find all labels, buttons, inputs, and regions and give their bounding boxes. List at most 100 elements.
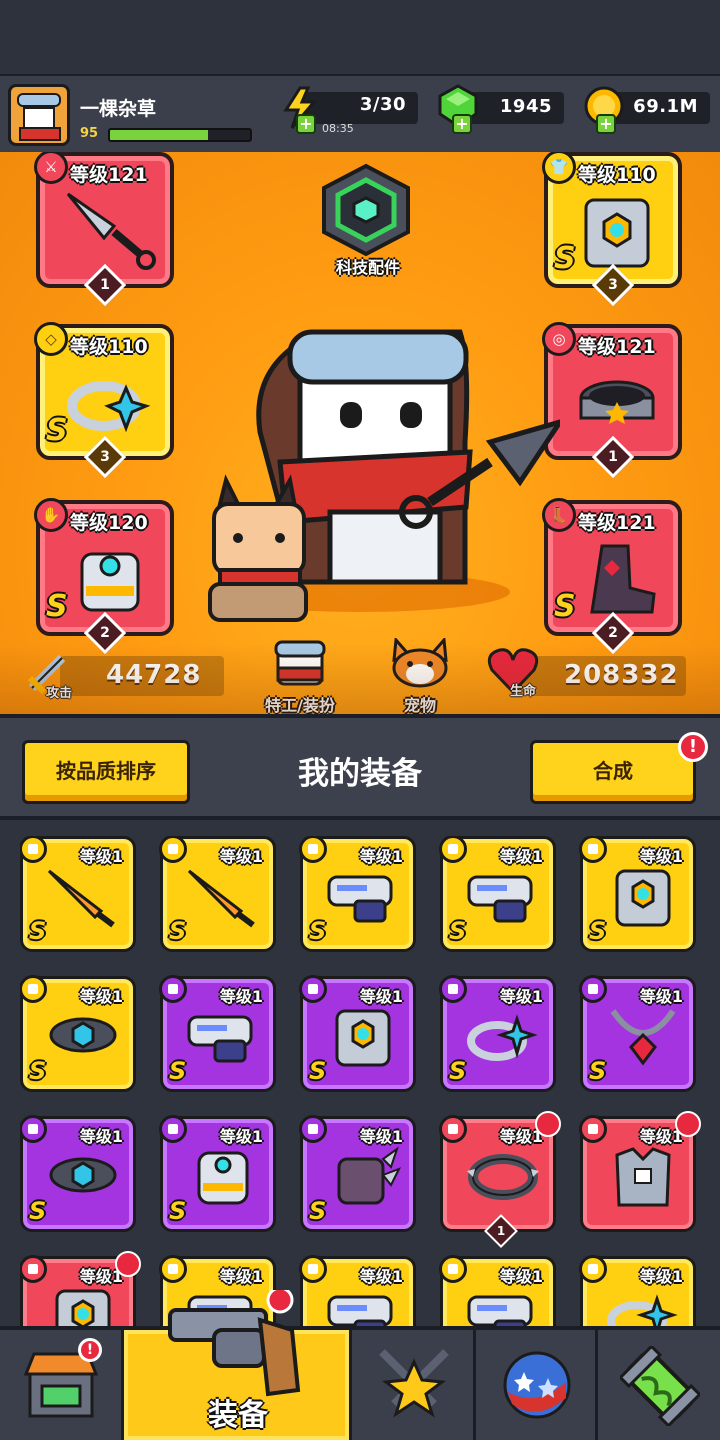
belt-slot[interactable]: ◎ 等级121 1: [542, 322, 682, 479]
nav-equipment-tab[interactable]: 装备: [124, 1290, 352, 1440]
equipment-card[interactable]: 等级1: [579, 1111, 701, 1232]
equipment-card[interactable]: 等级1 S: [579, 975, 696, 1092]
equipment-grid: 等级1 S 等级1 S 等级1 S 等级1 S 等级1 S 等级1 S 等级1 S 等级1 S 等级1 S 等级1 S…: [20, 836, 710, 1326]
item-rank: S: [309, 917, 327, 945]
item-level: 等级1: [499, 987, 543, 1006]
item-level: 等级1: [359, 1127, 403, 1146]
equipment-card[interactable]: 等级1 S: [299, 836, 416, 952]
nav-talent-tab[interactable]: [476, 1330, 598, 1440]
nav-shop-tab[interactable]: !: [0, 1330, 124, 1440]
belt-icon: [49, 1017, 117, 1053]
item-rank: S: [169, 1197, 187, 1225]
player-hud: 一棵杂草 95 3/30 + 08:35 1945 + 69.1M +: [0, 74, 720, 152]
item-type-icon: [439, 1255, 467, 1283]
equipment-card[interactable]: 等级1 S: [159, 1115, 276, 1232]
kunai-icon: [66, 192, 156, 270]
equipment-card[interactable]: 等级1: [299, 1255, 416, 1326]
equipment-card[interactable]: 等级1 S: [20, 836, 136, 952]
player-avatar[interactable]: [8, 84, 70, 146]
equipment-card[interactable]: 等级1 S: [159, 836, 276, 952]
item-level: 等级1: [79, 987, 123, 1006]
new-item-badge: [535, 1111, 561, 1137]
heart-icon: [487, 648, 539, 695]
item-rank: S: [29, 1057, 47, 1085]
item-type-icon: [159, 836, 187, 863]
equipment-card[interactable]: 等级1: [20, 1251, 141, 1326]
item-rank: S: [309, 1197, 327, 1225]
shiba-icon: [392, 636, 448, 688]
equipment-card[interactable]: 等级1: [439, 1255, 556, 1326]
shop-alert-badge: !: [78, 1338, 102, 1362]
add-coins-button[interactable]: +: [596, 114, 616, 134]
item-type-icon: [20, 1255, 47, 1283]
glove-type-icon: ✋: [34, 498, 68, 532]
equipment-card[interactable]: 等级1: [579, 1255, 696, 1326]
item-type-icon: [579, 975, 607, 1003]
equipment-card[interactable]: 等级1 S: [20, 1115, 136, 1232]
equipment-card[interactable]: 等级1 S: [299, 975, 416, 1092]
item-type-icon: [159, 975, 187, 1003]
item-type-icon: [299, 1255, 327, 1283]
ring-icon: [607, 1294, 678, 1326]
glove-slot[interactable]: ✋ 等级120 S 2: [34, 498, 174, 655]
pet-button[interactable]: 宠物: [380, 636, 460, 714]
item-type-icon: [439, 836, 467, 863]
item-type-icon: [579, 1255, 607, 1283]
blaster-icon: [467, 1295, 533, 1326]
item-level: 等级1: [219, 1127, 263, 1146]
item-level: 等级1: [639, 847, 683, 866]
item-level: 等级1: [219, 1267, 263, 1286]
item-type-icon: [579, 1115, 607, 1143]
necklace-icon: [610, 1009, 676, 1066]
item-level: 等级1: [359, 987, 403, 1006]
ring-slot[interactable]: ◇ 等级110 S 3: [34, 322, 174, 479]
item-type-icon: [579, 836, 607, 863]
tech-accessory-button[interactable]: 科技配件: [316, 162, 420, 278]
boots-icon: [590, 544, 656, 614]
panel-title: 我的装备: [298, 756, 422, 792]
merge-button[interactable]: 合成: [530, 740, 696, 804]
new-item-badge: [115, 1251, 141, 1277]
sort-by-quality-button[interactable]: 按品质排序: [22, 740, 190, 804]
boots-slot[interactable]: 👢 等级121 S 2: [542, 498, 682, 655]
armor-icon: [584, 198, 650, 268]
item-level: 等级1: [639, 1267, 683, 1286]
agent-outfit-button[interactable]: 特工/装扮: [250, 638, 350, 714]
sword-icon: [187, 869, 255, 928]
equipment-card[interactable]: 等级1 S: [159, 975, 276, 1092]
nav-gene-tab[interactable]: [598, 1330, 720, 1440]
add-gems-button[interactable]: +: [452, 114, 472, 134]
hp-label: 生命: [510, 684, 537, 699]
item-level: 等级1: [499, 847, 543, 866]
player-level: 95: [80, 126, 99, 141]
nav-battle-tab[interactable]: [352, 1330, 476, 1440]
merge-alert-badge: !: [678, 732, 708, 762]
item-level: 等级1: [499, 1267, 543, 1286]
equipment-card[interactable]: 等级1 S: [439, 975, 556, 1092]
item-type-icon: [439, 1115, 467, 1143]
sword-icon: [47, 869, 115, 928]
item-rank: S: [169, 1057, 187, 1085]
armor-slot[interactable]: 👕 等级110 S 3: [542, 152, 682, 307]
item-type-icon: [299, 975, 327, 1003]
item-type-icon: [20, 975, 47, 1003]
item-rank: S: [169, 917, 187, 945]
energy-timer: 08:35: [322, 122, 354, 135]
equipment-card[interactable]: 等级1 S: [439, 836, 556, 952]
player-name: 一棵杂草: [80, 98, 157, 120]
collar-icon: [579, 380, 655, 424]
xp-bar: [108, 128, 252, 142]
ring-type-icon: ◇: [34, 322, 68, 356]
equipment-card[interactable]: 等级1 S: [20, 975, 136, 1092]
item-type-icon: [299, 836, 327, 863]
item-rank: S: [589, 1057, 607, 1085]
hp-stat: 208332: [520, 656, 686, 696]
weapon-slot[interactable]: ⚔ 等级121 1: [34, 152, 174, 307]
item-level: 等级1: [79, 1127, 123, 1146]
collar-icon: [467, 1154, 539, 1200]
equipment-card[interactable]: 等级1 S: [299, 1115, 416, 1232]
equipment-card[interactable]: 等级1 S: [579, 836, 696, 952]
equipment-card[interactable]: 等级1 1: [439, 1111, 561, 1248]
attack-stat: 44728: [60, 656, 224, 696]
add-energy-button[interactable]: +: [296, 114, 316, 134]
